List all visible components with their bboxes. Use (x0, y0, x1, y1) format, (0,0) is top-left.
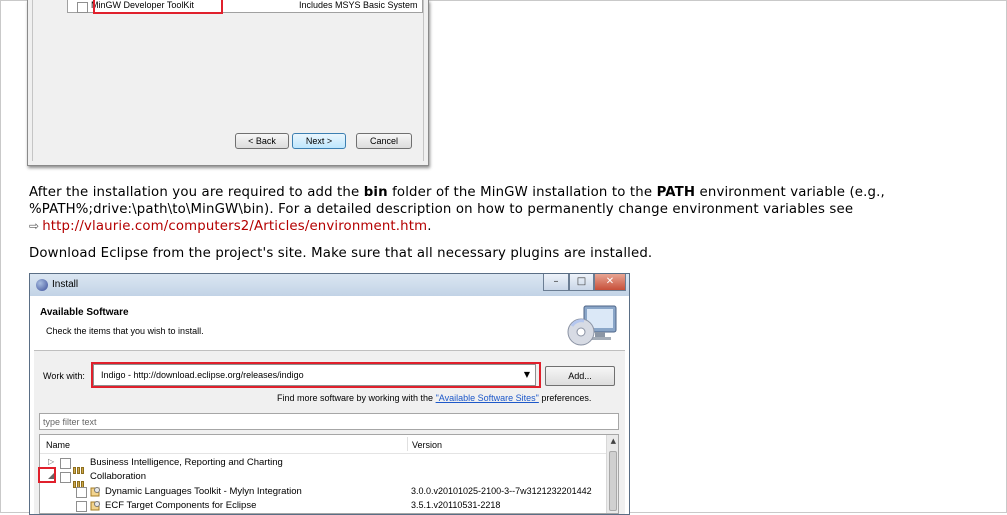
category-icon (73, 459, 89, 474)
scroll-up-arrow-icon[interactable]: ▲ (611, 437, 616, 445)
row-checkbox[interactable] (60, 458, 71, 469)
row-label: Business Intelligence, Reporting and Cha… (90, 457, 283, 468)
download-eclipse-paragraph: Download Eclipse from the project's site… (29, 246, 653, 261)
tree-row[interactable]: ▷ Business Intelligence, Reporting and C… (40, 456, 600, 474)
install-title: Install (52, 279, 79, 290)
maximize-icon[interactable]: □ (569, 274, 594, 291)
para-text: . (427, 219, 432, 234)
para-text: %PATH%;drive:\path\to\MinGW\bin). For a … (29, 202, 854, 217)
highlight-box-collapse (38, 467, 56, 483)
filter-placeholder: type filter text (43, 417, 97, 427)
scroll-thumb[interactable] (609, 451, 617, 511)
cancel-button[interactable]: Cancel (356, 133, 412, 149)
feature-plugin-icon (90, 501, 100, 511)
tree-header: Name Version (40, 435, 618, 454)
feature-plugin-icon (90, 487, 100, 497)
monitor-cd-icon (567, 305, 617, 346)
category-icon (73, 473, 89, 488)
filter-input[interactable]: type filter text (39, 413, 619, 430)
highlight-box-work-with (91, 362, 541, 388)
add-site-button[interactable]: Add... (545, 366, 615, 386)
next-button[interactable]: Next > (292, 133, 346, 149)
installation-paragraph: After the installation you are required … (29, 184, 885, 235)
close-icon[interactable]: ✕ (594, 274, 626, 291)
row-label: Dynamic Languages Toolkit - Mylyn Integr… (105, 486, 302, 497)
mingw-installer-dialog: MinGW Developer ToolKit Includes MSYS Ba… (27, 0, 429, 166)
more-software-text: Find more software by working with the "… (277, 393, 591, 403)
para-text: environment variable (e.g., (695, 185, 885, 200)
expand-icon[interactable]: ▷ (48, 457, 54, 466)
minimize-icon[interactable]: – (543, 274, 569, 291)
row-version: 3.5.1.v20110531-2218 (411, 500, 501, 510)
tree-scrollbar[interactable]: ▲ (606, 435, 618, 513)
row-checkbox[interactable] (76, 487, 87, 498)
environment-link[interactable]: http://vlaurie.com/computers2/Articles/e… (42, 219, 427, 234)
column-name-header[interactable]: Name (46, 440, 70, 450)
tree-row[interactable]: ECF Target Components for Eclipse 3.5.1.… (40, 499, 600, 513)
mingw-dialog-body: MinGW Developer ToolKit Includes MSYS Ba… (32, 0, 424, 161)
row-checkbox[interactable] (76, 501, 87, 512)
available-software-sites-link[interactable]: "Available Software Sites" (436, 393, 539, 403)
tree-row[interactable]: ◢ Collaboration (40, 470, 600, 488)
more-suffix: preferences. (538, 393, 592, 403)
para-text: folder of the MinGW installation to the (387, 185, 657, 200)
install-titlebar: Install – □ ✕ (30, 274, 629, 296)
header-subtitle: Check the items that you wish to install… (46, 326, 204, 336)
column-version-header[interactable]: Version (412, 440, 442, 450)
row-checkbox[interactable] (60, 472, 71, 483)
eclipse-icon (36, 279, 48, 291)
row-version: 3.0.0.v20101025-2100-3--7w3121232201442 (411, 486, 592, 496)
install-header: Available Software Check the items that … (34, 296, 625, 351)
row-label: ECF Target Components for Eclipse (105, 500, 257, 511)
bin-keyword: bin (363, 185, 388, 200)
external-link-icon: ⇨ (29, 219, 40, 233)
para-text: After the installation you are required … (29, 185, 364, 200)
tree-row[interactable]: Dynamic Languages Toolkit - Mylyn Integr… (40, 485, 600, 499)
path-keyword: PATH (656, 185, 696, 200)
install-body: Work with: Indigo - http://download.ecli… (34, 351, 625, 514)
column-separator (407, 437, 408, 451)
software-tree: Name Version ▷ Business Intelligence, Re… (39, 434, 619, 514)
more-prefix: Find more software by working with the (277, 393, 436, 403)
back-button[interactable]: < Back (235, 133, 289, 149)
work-with-label: Work with: (43, 371, 85, 381)
eclipse-install-dialog: Install – □ ✕ Available Software Check t… (29, 273, 630, 515)
row-label: Collaboration (90, 471, 146, 482)
mingw-toolkit-checkbox[interactable] (77, 2, 88, 13)
header-title: Available Software (40, 307, 129, 318)
mingw-toolkit-description: Includes MSYS Basic System (299, 0, 418, 10)
highlight-box-toolkit (93, 0, 223, 14)
